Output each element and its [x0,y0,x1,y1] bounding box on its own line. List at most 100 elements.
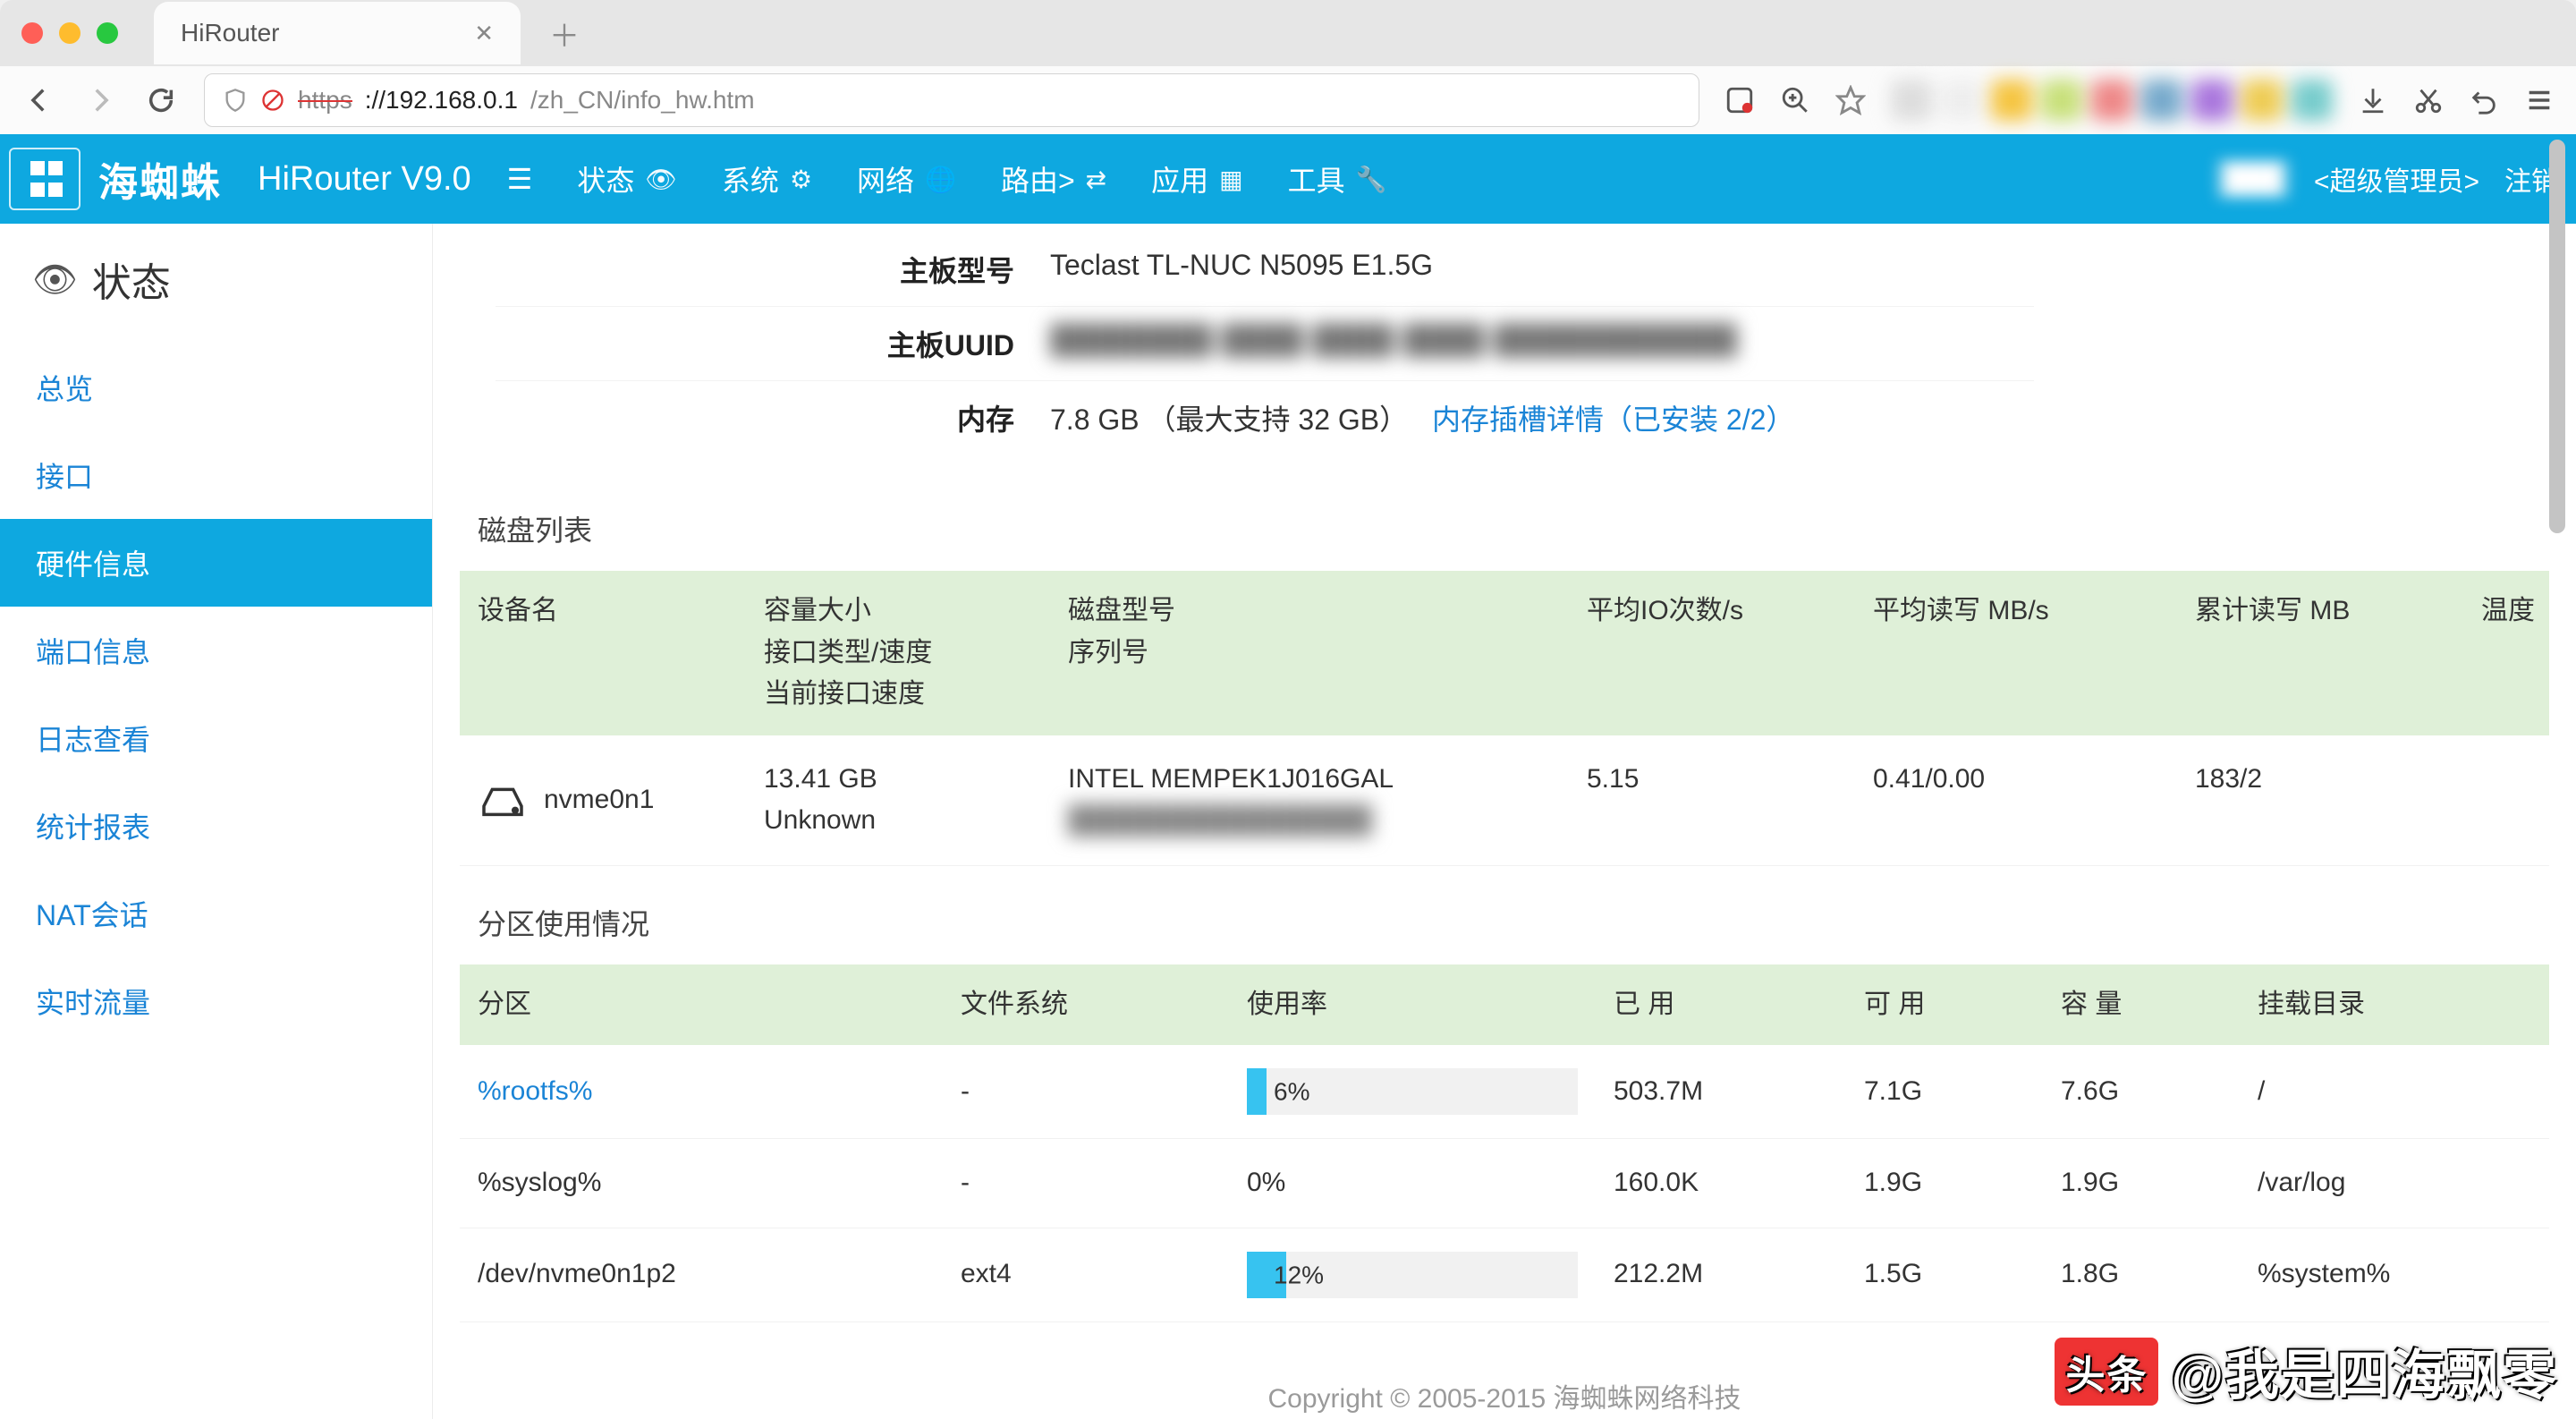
menu-icon[interactable] [2524,85,2555,115]
mb-model-label: 主板型号 [496,249,1050,290]
mem-slots-link[interactable]: 内存插槽详情（已安装 2/2） [1432,404,1794,436]
new-tab-button[interactable]: ＋ [549,12,580,55]
mb-uuid-label: 主板UUID [496,323,1050,364]
th-total: 累计读写 MB [2195,591,2481,716]
mem-value: 7.8 GB （最大支持 32 GB） [1050,404,1408,436]
star-icon[interactable] [1835,85,1866,115]
nav-system[interactable]: 系统⚙ [722,158,812,200]
undo-icon[interactable] [2469,85,2499,115]
user-area: ███ <超级管理员> 注销 [2217,159,2558,199]
download-icon[interactable] [2358,85,2388,115]
browser-chrome: HiRouter ✕ ＋ https ://192.168.0.1 /zh_CN… [0,0,2576,134]
forward-button[interactable] [82,82,118,118]
main-scrollbar[interactable] [2549,224,2572,1419]
pt-part: %rootfs% [478,1071,961,1113]
pt-fs: ext4 [961,1253,1247,1296]
disk-io: 5.15 [1587,759,1873,842]
app-header: 海蜘蛛 HiRouter V9.0 ☰ 状态👁 系统⚙ 网络🌐 路由>⇄ 应用▦… [0,134,2576,224]
pt-part: %syslog% [478,1162,961,1204]
th-rw: 平均读写 MB/s [1873,591,2195,716]
site-security-icon[interactable] [223,88,248,113]
sidebar-item-5[interactable]: 统计报表 [0,782,432,870]
disk-rw: 0.41/0.00 [1873,759,2195,842]
pt-used: 503.7M [1614,1071,1864,1113]
reload-button[interactable] [143,82,179,118]
sidebar-item-7[interactable]: 实时流量 [0,957,432,1045]
pth-avail: 可 用 [1864,984,2061,1026]
partition-name: %syslog% [478,1168,601,1197]
cut-icon[interactable] [2413,85,2444,115]
sidebar: 👁 状态 总览接口硬件信息端口信息日志查看统计报表NAT会话实时流量 [0,224,433,1419]
globe-icon: 🌐 [925,165,956,194]
pt-usage: 6% [1247,1068,1614,1115]
grid-icon: ▦ [1219,165,1242,194]
parts-section-title: 分区使用情况 [460,866,2549,964]
partition-name: /dev/nvme0n1p2 [478,1259,676,1288]
pt-usage: 0% [1247,1162,1614,1204]
nav-hamburger-icon[interactable]: ☰ [507,162,533,196]
username-blur: ███ [2217,160,2289,198]
disks-section-title: 磁盘列表 [460,472,2549,571]
nav-apps[interactable]: 应用▦ [1151,158,1242,200]
sidebar-item-1[interactable]: 接口 [0,431,432,519]
nav-status[interactable]: 状态👁 [577,158,677,200]
url-input[interactable]: https ://192.168.0.1 /zh_CN/info_hw.htm [204,73,1699,127]
product-name: HiRouter V9.0 [258,160,471,199]
address-bar: https ://192.168.0.1 /zh_CN/info_hw.htm [0,66,2576,134]
pt-size: 1.8G [2061,1253,2258,1296]
sidebar-item-0[interactable]: 总览 [0,344,432,431]
scrollbar-thumb[interactable] [2549,224,2565,533]
sidebar-item-2[interactable]: 硬件信息 [0,519,432,607]
back-button[interactable] [21,82,57,118]
disk-capacity: 13.41 GBUnknown [764,759,1068,842]
watermark: 头条 @我是四海飘零 [2055,1332,2558,1410]
nav-network[interactable]: 网络🌐 [857,158,956,200]
tab-close-icon[interactable]: ✕ [474,20,494,47]
pth-mount: 挂载目录 [2258,984,2526,1026]
sidebar-title: 状态 [92,251,171,308]
user-role: <超级管理员> [2314,159,2479,199]
maximize-window-icon[interactable] [97,22,118,44]
nav-tools[interactable]: 工具🔧 [1288,158,1387,200]
url-path: /zh_CN/info_hw.htm [530,86,755,115]
pt-fs: - [961,1162,1247,1204]
disk-row: nvme0n1 13.41 GBUnknown INTEL MEMPEK1J01… [460,735,2549,866]
pt-fs: - [961,1071,1247,1113]
pth-fs: 文件系统 [961,984,1247,1026]
th-device: 设备名 [478,591,764,716]
main-content: 主板型号 Teclast TL-NUC N5095 E1.5G 主板UUID █… [433,224,2576,1419]
pt-mount: /var/log [2258,1162,2526,1204]
watermark-text: @我是四海飘零 [2171,1332,2558,1410]
pt-used: 212.2M [1614,1253,1864,1296]
sidebar-head: 👁 状态 [0,224,432,344]
close-window-icon[interactable] [21,22,43,44]
browser-tab[interactable]: HiRouter ✕ [154,2,521,64]
pt-usage: 12% [1247,1252,1614,1298]
tab-title: HiRouter [181,19,279,47]
partition-link[interactable]: %rootfs% [478,1076,592,1106]
pt-size: 7.6G [2061,1071,2258,1113]
pth-size: 容 量 [2061,984,2258,1026]
logo-icon [9,148,80,210]
nav-routing[interactable]: 路由>⇄ [1001,158,1106,200]
minimize-window-icon[interactable] [59,22,80,44]
shuffle-icon: ⇄ [1086,165,1106,194]
insecure-icon [260,88,285,113]
sidebar-item-3[interactable]: 端口信息 [0,607,432,694]
url-host: ://192.168.0.1 [365,86,518,115]
pt-avail: 7.1G [1864,1071,2061,1113]
pth-usage: 使用率 [1247,984,1614,1026]
sidebar-item-6[interactable]: NAT会话 [0,870,432,957]
zoom-icon[interactable] [1780,85,1810,115]
pt-size: 1.9G [2061,1162,2258,1204]
disk-model: INTEL MEMPEK1J016GAL████████████████ [1068,759,1587,842]
th-io: 平均IO次数/s [1587,591,1873,716]
pt-avail: 1.5G [1864,1253,2061,1296]
pth-used: 已 用 [1614,984,1864,1026]
partition-row: %rootfs% - 6% 503.7M 7.1G 7.6G / [460,1045,2549,1139]
usage-bar: 12% [1247,1252,1578,1298]
eye-icon: 👁 [32,259,78,301]
sidebar-item-4[interactable]: 日志查看 [0,694,432,782]
translate-icon[interactable] [1724,85,1755,115]
pt-avail: 1.9G [1864,1162,2061,1204]
